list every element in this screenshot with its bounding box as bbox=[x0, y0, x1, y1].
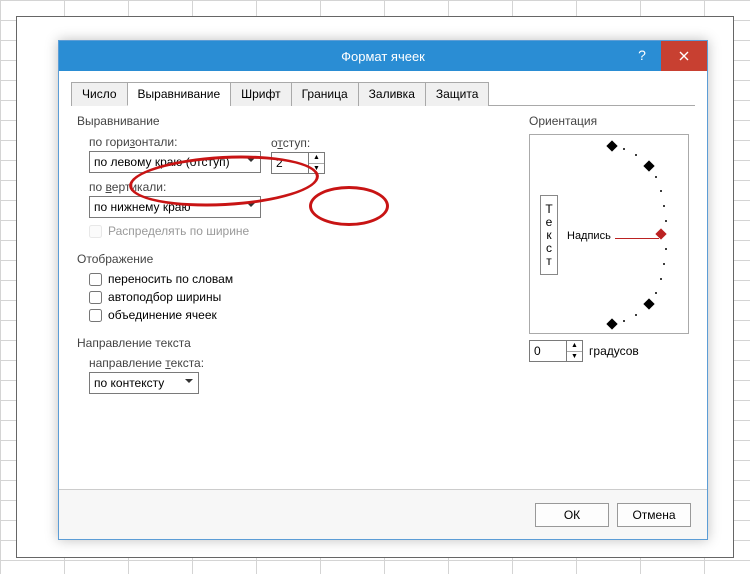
orientation-group: Ориентация Текст Надпись bbox=[529, 114, 689, 362]
merge-row: объединение ячеек bbox=[89, 308, 509, 322]
diamond-icon bbox=[643, 160, 654, 171]
close-button[interactable] bbox=[661, 41, 707, 71]
right-column: Ориентация Текст Надпись bbox=[529, 114, 689, 404]
textdir-label: направление текста: bbox=[89, 356, 204, 370]
dot-icon bbox=[655, 176, 657, 178]
help-button[interactable]: ? bbox=[627, 41, 657, 71]
autofit-row: автоподбор ширины bbox=[89, 290, 509, 304]
diamond-icon bbox=[643, 298, 654, 309]
dot-icon bbox=[663, 205, 665, 207]
indent-spin-buttons: ▲ ▼ bbox=[308, 153, 324, 173]
dot-icon bbox=[660, 190, 662, 192]
dot-icon bbox=[623, 148, 625, 150]
textdir-group: Направление текста направление текста: п… bbox=[77, 336, 509, 394]
indent-spin-up[interactable]: ▲ bbox=[309, 153, 324, 164]
degrees-spin-buttons: ▲ ▼ bbox=[566, 341, 582, 361]
textdir-select[interactable]: по контексту bbox=[89, 372, 199, 394]
orientation-degrees-row: ▲ ▼ градусов bbox=[529, 340, 689, 362]
format-cells-dialog: Формат ячеек ? Число Выравнивание Шрифт … bbox=[58, 40, 708, 540]
justify-label: Распределять по ширине bbox=[108, 224, 249, 238]
autofit-label: автоподбор ширины bbox=[108, 290, 221, 304]
indent-label: отступ: bbox=[271, 136, 310, 150]
dot-icon bbox=[623, 320, 625, 322]
degrees-spin-up[interactable]: ▲ bbox=[567, 341, 582, 352]
titlebar: Формат ячеек ? bbox=[59, 41, 707, 71]
tab-alignment[interactable]: Выравнивание bbox=[127, 82, 232, 106]
justify-checkbox bbox=[89, 225, 102, 238]
orientation-box[interactable]: Текст Надпись bbox=[529, 134, 689, 334]
alignment-legend: Выравнивание bbox=[77, 114, 160, 130]
display-group: Отображение переносить по словам автопод… bbox=[77, 252, 509, 326]
dot-icon bbox=[665, 248, 667, 250]
autofit-checkbox[interactable] bbox=[89, 291, 102, 304]
degrees-spin-down[interactable]: ▼ bbox=[567, 352, 582, 362]
close-icon bbox=[679, 51, 689, 61]
wrap-label: переносить по словам bbox=[108, 272, 233, 286]
vertical-select[interactable]: по нижнему краю bbox=[89, 196, 261, 218]
wrap-row: переносить по словам bbox=[89, 272, 509, 286]
indent-input[interactable] bbox=[272, 153, 308, 173]
dot-icon bbox=[635, 154, 637, 156]
degrees-label: градусов bbox=[589, 344, 639, 358]
diamond-icon bbox=[606, 318, 617, 329]
dialog-footer: ОК Отмена bbox=[59, 489, 707, 539]
horizontal-select[interactable]: по левому краю (отступ) bbox=[89, 151, 261, 173]
ok-button[interactable]: ОК bbox=[535, 503, 609, 527]
tab-border[interactable]: Граница bbox=[291, 82, 359, 106]
dot-icon bbox=[635, 314, 637, 316]
justify-checkbox-row: Распределять по ширине bbox=[89, 224, 509, 238]
alignment-group: Выравнивание по горизонтали: по левому к… bbox=[77, 114, 509, 242]
cancel-button[interactable]: Отмена bbox=[617, 503, 691, 527]
textdir-legend: Направление текста bbox=[77, 336, 191, 352]
orientation-needle bbox=[615, 238, 659, 239]
indent-spin-down[interactable]: ▼ bbox=[309, 164, 324, 174]
vertical-select-wrap: по нижнему краю bbox=[89, 196, 261, 218]
horizontal-select-wrap: по левому краю (отступ) bbox=[89, 151, 261, 173]
dialog-title: Формат ячеек bbox=[341, 49, 425, 64]
diamond-icon bbox=[606, 140, 617, 151]
dot-icon bbox=[660, 278, 662, 280]
degrees-spinner[interactable]: ▲ ▼ bbox=[529, 340, 583, 362]
orientation-legend: Ориентация bbox=[529, 114, 597, 130]
orientation-vertical-text[interactable]: Текст bbox=[540, 195, 558, 275]
degrees-input[interactable] bbox=[530, 341, 566, 361]
horizontal-label: по горизонтали: bbox=[89, 135, 177, 149]
indent-spinner[interactable]: ▲ ▼ bbox=[271, 152, 325, 174]
dot-icon bbox=[665, 220, 667, 222]
textdir-select-wrap: по контексту bbox=[89, 372, 199, 394]
display-legend: Отображение bbox=[77, 252, 153, 268]
vertical-label: по вертикали: bbox=[89, 180, 166, 194]
left-column: Выравнивание по горизонтали: по левому к… bbox=[77, 114, 509, 404]
orientation-arc[interactable]: Надпись bbox=[565, 140, 678, 328]
tabstrip: Число Выравнивание Шрифт Граница Заливка… bbox=[71, 81, 695, 106]
tab-fill[interactable]: Заливка bbox=[358, 82, 426, 106]
merge-label: объединение ячеек bbox=[108, 308, 217, 322]
dot-icon bbox=[655, 292, 657, 294]
tab-font[interactable]: Шрифт bbox=[230, 82, 291, 106]
orientation-label-text: Надпись bbox=[567, 230, 611, 242]
tab-protection[interactable]: Защита bbox=[425, 82, 490, 106]
dot-icon bbox=[663, 263, 665, 265]
merge-checkbox[interactable] bbox=[89, 309, 102, 322]
tab-number[interactable]: Число bbox=[71, 82, 128, 106]
dialog-body: Выравнивание по горизонтали: по левому к… bbox=[59, 106, 707, 404]
wrap-checkbox[interactable] bbox=[89, 273, 102, 286]
